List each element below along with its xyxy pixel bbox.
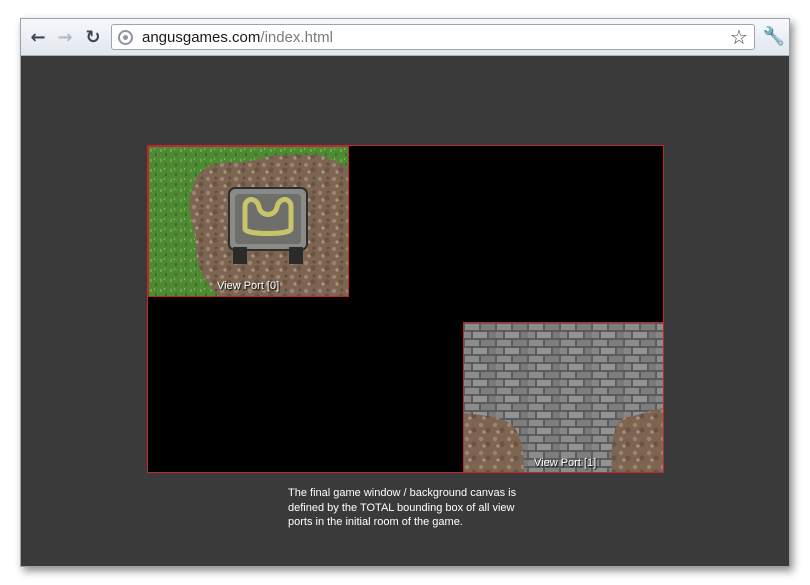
forward-arrow-icon[interactable]: → <box>53 25 77 49</box>
view-port-1-scene <box>464 323 663 472</box>
globe-icon <box>118 30 133 45</box>
reload-icon[interactable]: ↻ <box>81 25 105 49</box>
back-arrow-icon[interactable]: ← <box>26 25 50 49</box>
address-bar[interactable]: angusgames.com/index.html ☆ <box>111 24 755 50</box>
view-port-0: View Port [0] <box>148 146 349 297</box>
url-path: /index.html <box>260 29 333 46</box>
view-port-1-label: View Port [1] <box>534 457 597 469</box>
browser-window: ← → ↻ angusgames.com/index.html ☆ 🔧 View… <box>20 18 790 567</box>
star-icon[interactable]: ☆ <box>730 26 748 48</box>
view-port-0-label: View Port [0] <box>217 280 280 292</box>
view-port-0-scene <box>149 147 348 296</box>
wrench-icon[interactable]: 🔧 <box>763 24 785 48</box>
url-text[interactable]: angusgames.com/index.html <box>142 29 333 46</box>
game-canvas: View Port [0] View Port [1] <box>147 145 664 473</box>
browser-toolbar: ← → ↻ angusgames.com/index.html ☆ 🔧 <box>21 19 789 56</box>
view-port-1: View Port [1] <box>463 322 664 473</box>
caption-text: The final game window / background canva… <box>288 487 517 528</box>
url-host: angusgames.com <box>142 29 261 46</box>
